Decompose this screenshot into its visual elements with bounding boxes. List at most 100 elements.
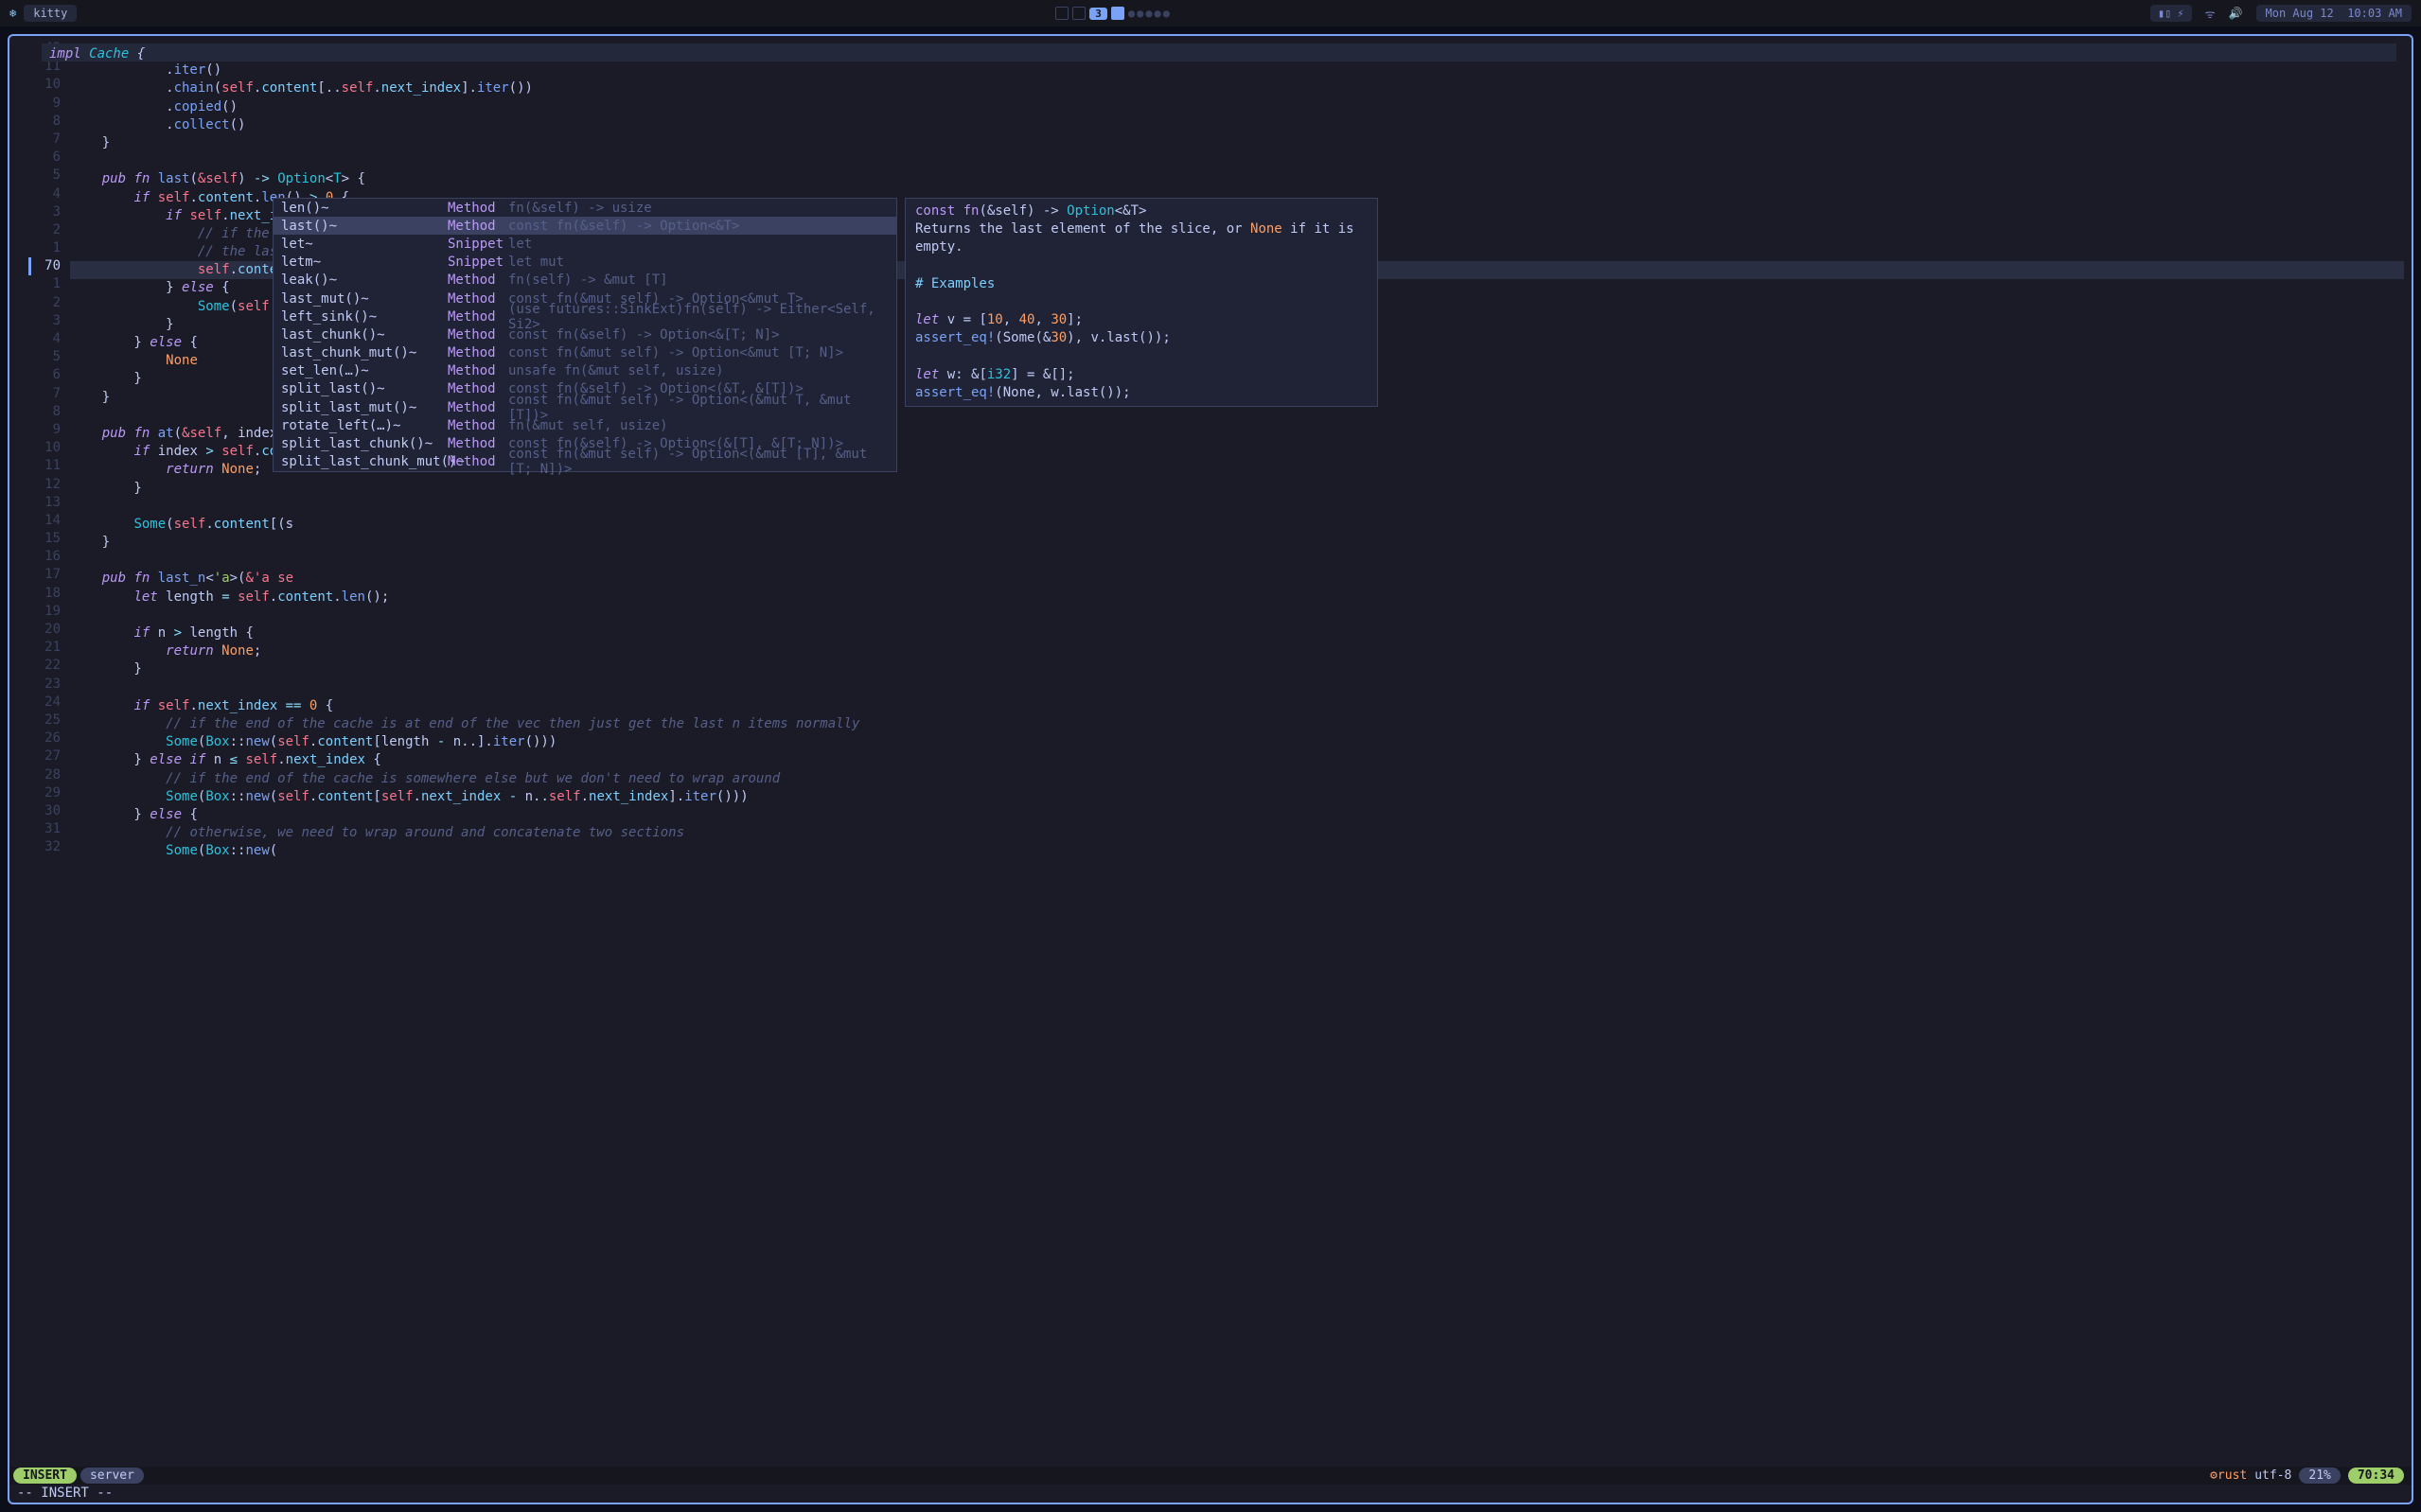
line-number: 12 [9,476,70,494]
completion-item[interactable]: let~Snippetlet [274,235,896,253]
line-number: 4 [9,185,70,203]
workspace-indicator[interactable]: 3 ●●●●● [1055,7,1172,20]
code-line[interactable]: .iter() [70,62,2404,79]
completion-item[interactable]: rotate_left(…)~Methodfn(&mut self, usize… [274,416,896,434]
line-number: 1 [9,239,70,257]
line-number: 29 [9,784,70,802]
line-number: 70 [9,257,70,275]
code-line[interactable]: pub fn last(&self) -> Option<T> { [70,170,2404,188]
line-number: 9 [9,95,70,113]
line-number: 13 [9,494,70,512]
doc-examples-header: # Examples [915,275,1368,293]
completion-item[interactable]: last_chunk()~Methodconst fn(&self) -> Op… [274,325,896,343]
line-number: 10 [9,439,70,457]
code-line[interactable]: // otherwise, we need to wrap around and… [70,824,2404,842]
code-line[interactable]: } [70,534,2404,552]
code-line[interactable]: } [70,660,2404,678]
cursor-position: 70:34 [2348,1468,2404,1484]
line-number: 28 [9,766,70,784]
code-line[interactable] [70,607,2404,624]
line-number: 21 [9,639,70,657]
code-line[interactable]: Some(Box::new(self.content[length - n..]… [70,733,2404,751]
code-line[interactable]: } else { [70,806,2404,824]
line-number: 6 [9,149,70,167]
completion-popup[interactable]: len()~Methodfn(&self) -> usizelast()~Met… [273,198,897,472]
line-number: 3 [9,312,70,330]
line-number: 22 [9,657,70,675]
line-number: 32 [9,838,70,856]
line-number-gutter: 4511109876543217012345678910111213141516… [9,40,70,856]
line-number: 10 [9,76,70,94]
line-number: 26 [9,730,70,747]
code-line[interactable] [70,152,2404,170]
line-number: 2 [9,294,70,312]
line-number: 3 [9,203,70,221]
code-line[interactable]: pub fn last_n<'a>(&'a se [70,570,2404,588]
code-line[interactable]: // if the end of the cache is at end of … [70,715,2404,733]
scroll-percent: 21% [2299,1468,2340,1484]
code-line[interactable]: } [70,134,2404,152]
line-number: 9 [9,421,70,439]
line-number: 20 [9,621,70,639]
completion-item[interactable]: last_chunk_mut()~Methodconst fn(&mut sel… [274,344,896,362]
app-title[interactable]: kitty [24,5,77,22]
status-line: INSERT server ⚙rust utf-8 21% 70:34 [9,1467,2412,1485]
git-change-marker [28,257,31,275]
code-line[interactable]: } [70,480,2404,498]
doc-example-line: assert_eq!(Some(&30), v.last()); [915,329,1368,347]
doc-description: Returns the last element of the slice, o… [915,220,1368,256]
doc-signature: const fn(&self) -> Option<&T> [915,202,1368,220]
code-line[interactable]: impl Cache { [42,44,2396,62]
line-number: 25 [9,712,70,730]
line-number: 5 [9,348,70,366]
line-number: 7 [9,385,70,403]
editor-mode: INSERT [13,1468,77,1484]
completion-item[interactable]: letm~Snippetlet mut [274,254,896,272]
encoding-indicator: utf-8 [2254,1468,2291,1483]
code-line[interactable]: Some(Box::new( [70,842,2404,860]
completion-item[interactable]: leak()~Methodfn(self) -> &mut [T] [274,272,896,290]
line-number: 11 [9,457,70,475]
command-line: -- INSERT -- [9,1485,113,1503]
battery-indicator[interactable]: ▮▯⚡ [2150,5,2192,22]
code-line[interactable]: .copied() [70,98,2404,116]
code-line[interactable] [70,498,2404,516]
code-line[interactable]: Some(Box::new(self.content[self.next_ind… [70,788,2404,806]
line-number: 30 [9,802,70,820]
volume-icon[interactable]: 🔊 [2229,7,2243,20]
completion-item[interactable]: left_sink()~Method (use futures::SinkExt… [274,308,896,325]
git-branch[interactable]: server [80,1468,144,1484]
code-line[interactable]: } else if n ≤ self.next_index { [70,751,2404,769]
code-line[interactable]: Some(self.content[(s [70,516,2404,534]
line-number: 18 [9,585,70,603]
completion-item[interactable]: split_last_mut()~Methodconst fn(&mut sel… [274,398,896,416]
code-line[interactable] [70,552,2404,570]
system-topbar: ❄ kitty 3 ●●●●● ▮▯⚡ ᯤ 🔊 Mon Aug 12 10:03… [0,0,2421,26]
doc-example-line: let w: &[i32] = &[]; [915,366,1368,384]
line-number: 14 [9,512,70,530]
line-number: 19 [9,603,70,621]
code-line[interactable]: .collect() [70,116,2404,134]
code-line[interactable] [70,679,2404,697]
line-number: 31 [9,820,70,838]
code-line[interactable]: if n > length { [70,624,2404,642]
code-line[interactable]: let length = self.content.len(); [70,589,2404,607]
line-number: 17 [9,566,70,584]
completion-item[interactable]: set_len(…)~Methodunsafe fn(&mut self, us… [274,362,896,380]
code-line[interactable]: .chain(self.content[..self.next_index].i… [70,79,2404,97]
language-indicator: ⚙rust [2210,1468,2247,1483]
line-number: 8 [9,113,70,131]
code-line[interactable]: // if the end of the cache is somewhere … [70,770,2404,788]
line-number: 6 [9,366,70,384]
line-number: 23 [9,676,70,694]
clock[interactable]: Mon Aug 12 10:03 AM [2256,5,2412,22]
wifi-icon[interactable]: ᯤ [2205,6,2216,22]
code-line[interactable]: if self.next_index == 0 { [70,697,2404,715]
completion-item[interactable]: last()~Methodconst fn(&self) -> Option<&… [274,217,896,235]
line-number: 5 [9,167,70,185]
completion-item[interactable]: split_last_chunk_mut()~Methodconst fn(&m… [274,453,896,471]
line-number: 27 [9,747,70,765]
line-number: 15 [9,530,70,548]
completion-item[interactable]: len()~Methodfn(&self) -> usize [274,199,896,217]
code-line[interactable]: return None; [70,642,2404,660]
